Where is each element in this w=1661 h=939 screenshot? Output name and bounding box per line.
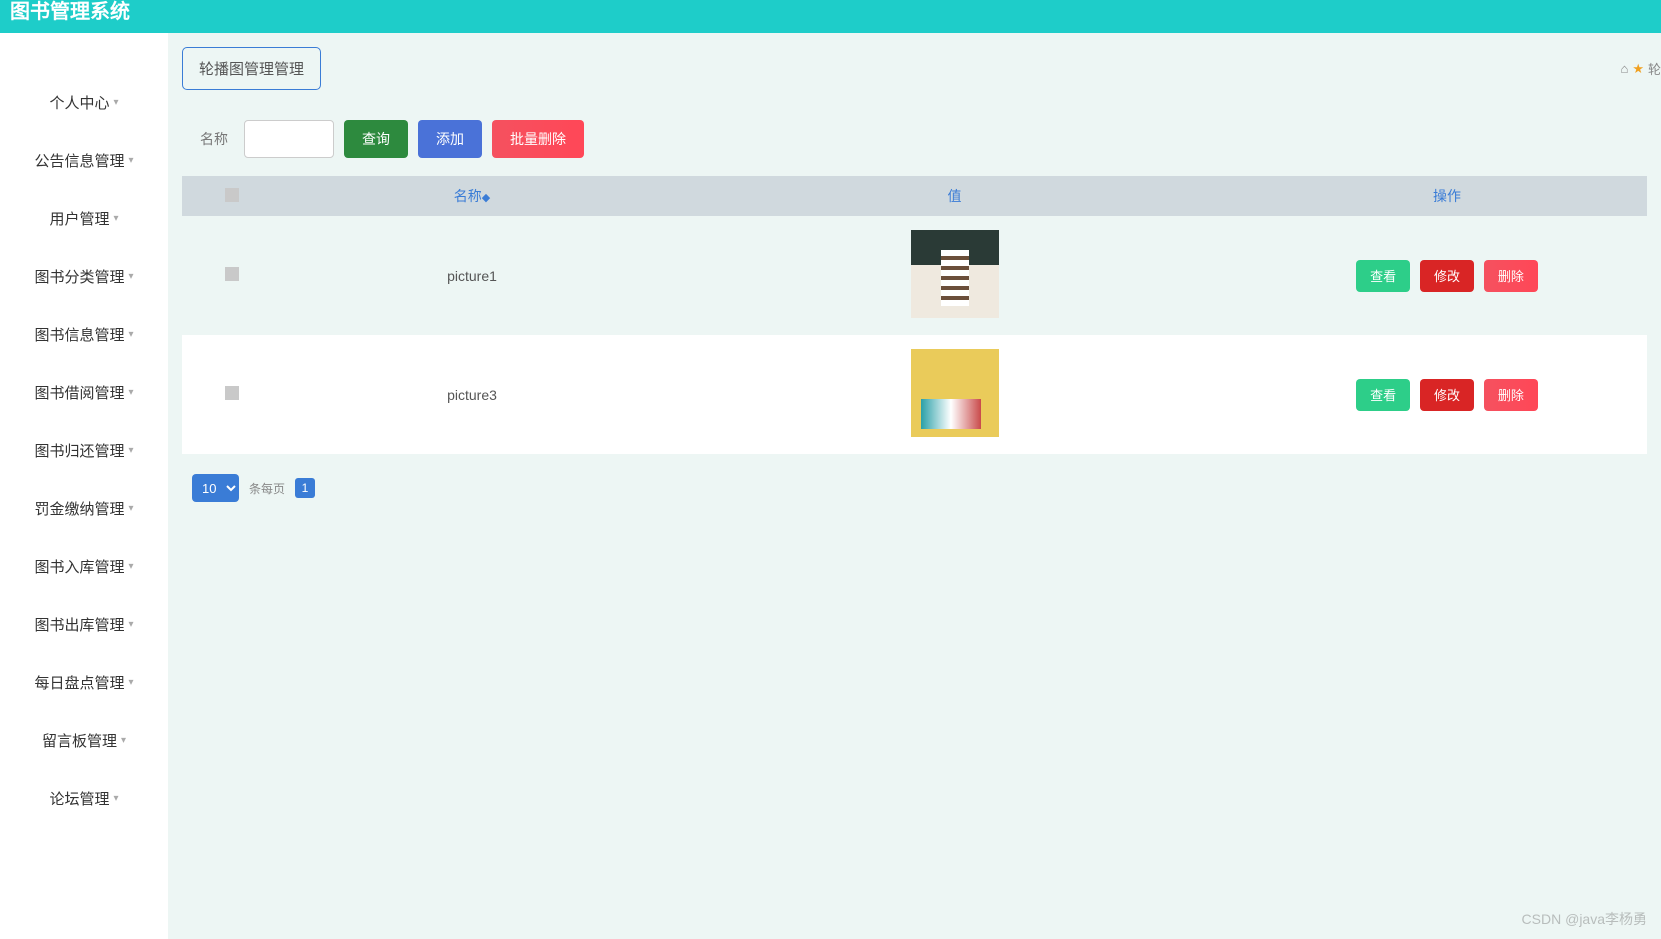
thumbnail-image [911,230,999,318]
chevron-down-icon: ▾ [128,329,133,340]
chevron-down-icon: ▾ [128,677,133,688]
chevron-down-icon: ▾ [113,793,118,804]
data-table: 名称◆ 值 操作 picture1 查看 修改 删除 [182,176,1647,454]
row-checkbox[interactable] [225,386,239,400]
sort-icon: ◆ [482,192,490,204]
app-header: 图书管理系统 [0,0,1661,33]
cell-value [662,216,1247,335]
sidebar-item-announce[interactable]: 公告信息管理 ▾ [0,131,168,189]
table-header-row: 名称◆ 值 操作 [182,176,1647,216]
chevron-down-icon: ▾ [128,155,133,166]
sidebar-item-stockin[interactable]: 图书入库管理 ▾ [0,537,168,595]
delete-button[interactable]: 删除 [1484,379,1538,411]
sidebar-item-label: 图书信息管理 [34,324,124,345]
sidebar-item-borrow[interactable]: 图书借阅管理 ▾ [0,363,168,421]
view-button[interactable]: 查看 [1356,260,1410,292]
bulk-delete-button[interactable]: 批量删除 [492,120,584,158]
row-checkbox[interactable] [225,267,239,281]
sidebar-item-fine[interactable]: 罚金缴纳管理 ▾ [0,479,168,537]
view-button[interactable]: 查看 [1356,379,1410,411]
sidebar-item-daily[interactable]: 每日盘点管理 ▾ [0,653,168,711]
sidebar-item-bookinfo[interactable]: 图书信息管理 ▾ [0,305,168,363]
sidebar-item-forum[interactable]: 论坛管理 ▾ [0,769,168,827]
edit-button[interactable]: 修改 [1420,260,1474,292]
watermark: CSDN @java李杨勇 [1522,909,1647,929]
chevron-down-icon: ▾ [113,97,118,108]
chevron-down-icon: ▾ [113,213,118,224]
chevron-down-icon: ▾ [128,503,133,514]
page-number[interactable]: 1 [295,478,315,498]
sidebar-item-label: 公告信息管理 [34,150,124,171]
header-name[interactable]: 名称◆ [282,176,662,216]
page-tag[interactable]: 轮播图管理管理 [182,47,321,90]
chevron-down-icon: ▾ [128,445,133,456]
cell-actions: 查看 修改 删除 [1247,335,1647,454]
header-checkbox-col [182,176,282,216]
sidebar-item-label: 图书入库管理 [34,556,124,577]
sidebar-item-label: 图书出库管理 [34,614,124,635]
cell-actions: 查看 修改 删除 [1247,216,1647,335]
sidebar-item-message[interactable]: 留言板管理 ▾ [0,711,168,769]
table-row: picture3 查看 修改 删除 [182,335,1647,454]
chevron-down-icon: ▾ [128,561,133,572]
delete-button[interactable]: 删除 [1484,260,1538,292]
pagination: 10 条每页 1 [182,474,1647,502]
home-icon[interactable]: ⌂ [1620,61,1628,76]
sidebar-item-profile[interactable]: 个人中心 ▾ [0,73,168,131]
sidebar-item-label: 每日盘点管理 [34,672,124,693]
edit-button[interactable]: 修改 [1420,379,1474,411]
search-label: 名称 [200,129,228,149]
sidebar-item-label: 留言板管理 [42,730,117,751]
header-value: 值 [662,176,1247,216]
breadcrumb: ⌂ ★ 轮 [1620,59,1661,78]
cell-name: picture1 [282,216,662,335]
sidebar-item-label: 图书分类管理 [34,266,124,287]
sidebar-item-label: 罚金缴纳管理 [34,498,124,519]
header-action: 操作 [1247,176,1647,216]
sidebar-item-label: 图书借阅管理 [34,382,124,403]
sidebar-item-stockout[interactable]: 图书出库管理 ▾ [0,595,168,653]
sidebar-item-user[interactable]: 用户管理 ▾ [0,189,168,247]
select-all-checkbox[interactable] [225,188,239,202]
query-button[interactable]: 查询 [344,120,408,158]
breadcrumb-tail: 轮 [1648,59,1661,78]
add-button[interactable]: 添加 [418,120,482,158]
toolbar: 名称 查询 添加 批量删除 [182,120,1647,158]
chevron-down-icon: ▾ [121,735,126,746]
table-row: picture1 查看 修改 删除 [182,216,1647,335]
sidebar-item-return[interactable]: 图书归还管理 ▾ [0,421,168,479]
thumbnail-image [911,349,999,437]
sidebar-item-label: 论坛管理 [49,788,109,809]
chevron-down-icon: ▾ [128,619,133,630]
search-input[interactable] [244,120,334,158]
main-content: 轮播图管理管理 ⌂ ★ 轮 名称 查询 添加 批量删除 名称◆ 值 操作 [168,33,1661,939]
page-size-select[interactable]: 10 [192,474,239,502]
per-page-label: 条每页 [249,480,285,497]
chevron-down-icon: ▾ [128,387,133,398]
cell-value [662,335,1247,454]
sidebar-item-label: 图书归还管理 [34,440,124,461]
app-title: 图书管理系统 [10,0,130,24]
star-icon: ★ [1632,61,1644,77]
cell-name: picture3 [282,335,662,454]
sidebar-item-label: 个人中心 [49,92,109,113]
chevron-down-icon: ▾ [128,271,133,282]
sidebar-item-label: 用户管理 [49,208,109,229]
sidebar-item-category[interactable]: 图书分类管理 ▾ [0,247,168,305]
sidebar: 个人中心 ▾ 公告信息管理 ▾ 用户管理 ▾ 图书分类管理 ▾ 图书信息管理 ▾ 图书借阅… [0,33,168,939]
